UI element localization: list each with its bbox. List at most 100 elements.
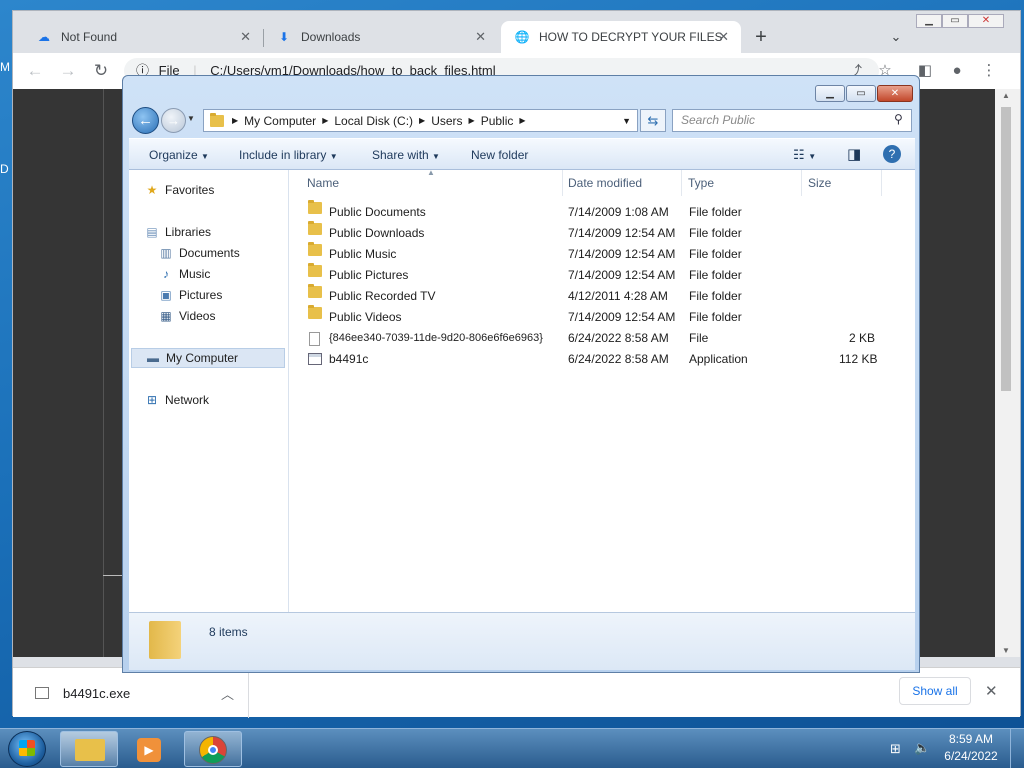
nav-videos[interactable]: ▦ Videos [157,306,215,326]
file-name: {846ee340-7039-11de-9d20-806e6f6e6963} [329,332,543,344]
download-icon: ⬇ [278,30,290,44]
close-button[interactable]: ✕ [877,85,913,102]
chevron-up-icon[interactable]: ︿ [221,684,234,703]
scroll-down-icon[interactable]: ▼ [1002,646,1010,655]
recent-pages-icon[interactable]: ▼ [187,114,195,123]
restore-button[interactable]: ▭ [942,14,968,28]
folder-icon [75,739,105,761]
file-row[interactable]: Public Videos 7/14/2009 12:54 AM File fo… [289,305,915,328]
file-name: Public Pictures [329,268,409,282]
organize-button[interactable]: Organize ▼ [149,139,209,171]
close-button[interactable]: ✕ [968,14,1004,28]
close-tab-icon[interactable]: ✕ [475,29,486,45]
file-date: 6/24/2022 8:58 AM [568,352,669,366]
file-row[interactable]: {846ee340-7039-11de-9d20-806e6f6e6963} 6… [289,328,915,349]
column-header-name[interactable]: Name [301,170,563,196]
refresh-icon: ⇆ [647,113,659,128]
breadcrumb-separator-icon: ▶ [419,116,426,125]
column-header-date[interactable]: Date modified [562,170,682,196]
documents-icon: ▥ [160,246,172,260]
taskbar-chrome[interactable] [184,731,242,767]
file-row[interactable]: b4491c 6/24/2022 8:58 AM Application 112… [289,349,915,370]
pictures-icon: ▣ [160,288,172,302]
breadcrumb-item[interactable]: Users [431,114,462,128]
show-all-button[interactable]: Show all [899,677,971,705]
application-file-icon [35,687,49,699]
search-input[interactable]: Search Public [672,109,912,132]
file-row[interactable]: Public Music 7/14/2009 12:54 AM File fol… [289,242,915,265]
minimize-button[interactable]: ▁ [916,14,942,28]
file-date: 6/24/2022 8:58 AM [568,331,669,345]
forward-button[interactable]: → [161,108,186,133]
new-tab-button[interactable]: + [741,21,781,53]
reload-button[interactable]: ↻ [87,58,115,84]
clock[interactable]: 8:59 AM 6/24/2022 [940,731,1002,765]
share-with-button[interactable]: Share with ▼ [372,139,440,171]
refresh-button[interactable]: ⇆ [640,109,666,132]
help-icon[interactable]: ? [883,145,901,163]
breadcrumb-item[interactable]: Public [481,114,514,128]
tab-search-button[interactable]: ⌄ [881,21,911,53]
file-row[interactable]: Public Pictures 7/14/2009 12:54 AM File … [289,263,915,286]
network-tray-icon[interactable]: ⊞ [890,741,901,757]
minimize-button[interactable]: ▁ [815,85,845,102]
new-folder-button[interactable]: New folder [471,139,528,171]
nav-label: Videos [179,309,216,323]
address-dropdown-icon[interactable]: ▼ [622,116,631,126]
chrome-icon [199,736,227,764]
nav-documents[interactable]: ▥ Documents [157,243,239,263]
file-type: Application [689,352,748,366]
file-row[interactable]: Public Downloads 7/14/2009 12:54 AM File… [289,221,915,244]
taskbar-media-player[interactable]: ▶ [122,731,180,767]
back-button[interactable]: ← [21,58,49,84]
scroll-up-icon[interactable]: ▲ [1002,91,1010,100]
file-row[interactable]: Public Documents 7/14/2009 1:08 AM File … [289,200,915,223]
file-date: 7/14/2009 12:54 AM [568,226,676,240]
close-tab-icon[interactable]: ✕ [718,29,729,45]
start-button[interactable] [8,731,46,767]
taskbar-explorer[interactable] [60,731,118,767]
download-item[interactable]: b4491c.exe ︿ [31,668,249,718]
nav-music[interactable]: ♪ Music [157,264,210,284]
show-desktop-button[interactable] [1010,729,1024,768]
file-name: Public Downloads [329,226,425,240]
nav-pictures[interactable]: ▣ Pictures [157,285,222,305]
tab-downloads[interactable]: ⬇ Downloads ✕ [253,21,498,53]
address-bar[interactable]: ▶ My Computer ▶ Local Disk (C:) ▶ Users … [203,109,638,132]
computer-icon: ▬ [147,351,159,365]
close-download-bar-icon[interactable]: ✕ [985,682,998,700]
file-row[interactable]: Public Recorded TV 4/12/2011 4:28 AM Fil… [289,284,915,307]
column-header-size[interactable]: Size [802,170,882,196]
include-in-library-button[interactable]: Include in library ▼ [239,139,338,171]
back-button[interactable]: ← [132,107,159,134]
breadcrumb-item[interactable]: My Computer [244,114,316,128]
preview-pane-icon[interactable]: ◨ [847,139,861,171]
maximize-button[interactable]: ▭ [846,85,876,102]
column-header-type[interactable]: Type [682,170,802,196]
tab-decrypt[interactable]: 🌐 HOW TO DECRYPT YOUR FILES ✕ [501,21,741,53]
forward-arrow-icon: → [167,113,180,128]
close-tab-icon[interactable]: ✕ [240,29,251,45]
network-icon: ⊞ [146,393,158,407]
menu-icon[interactable]: ⋮ [975,58,1003,84]
scrollbar-thumb[interactable] [1001,107,1011,391]
desktop-icon-label: D [0,162,9,176]
folder-icon [210,112,224,127]
profile-icon[interactable]: ● [943,58,971,84]
nav-libraries[interactable]: ▤ Libraries [143,222,211,242]
nav-my-computer[interactable]: ▬ My Computer [131,348,285,368]
file-date: 4/12/2011 4:28 AM [568,289,668,303]
breadcrumb-item[interactable]: Local Disk (C:) [334,114,413,128]
application-icon [308,353,322,365]
scrollbar[interactable]: ▲ ▼ [995,89,1020,657]
view-options-icon[interactable]: ☷ ▼ [793,139,816,171]
navigation-pane: ★ Favorites ▤ Libraries ▥ Documents ♪ Mu… [129,170,289,612]
nav-favorites[interactable]: ★ Favorites [143,180,215,200]
nav-network[interactable]: ⊞ Network [143,390,209,410]
tab-not-found[interactable]: ☁ Not Found ✕ [13,21,263,53]
forward-button[interactable]: → [54,58,82,84]
file-date: 7/14/2009 12:54 AM [568,310,676,324]
volume-tray-icon[interactable]: 🔈 [914,740,930,756]
file-size: 112 KB [839,352,878,366]
page-divider [103,575,123,576]
